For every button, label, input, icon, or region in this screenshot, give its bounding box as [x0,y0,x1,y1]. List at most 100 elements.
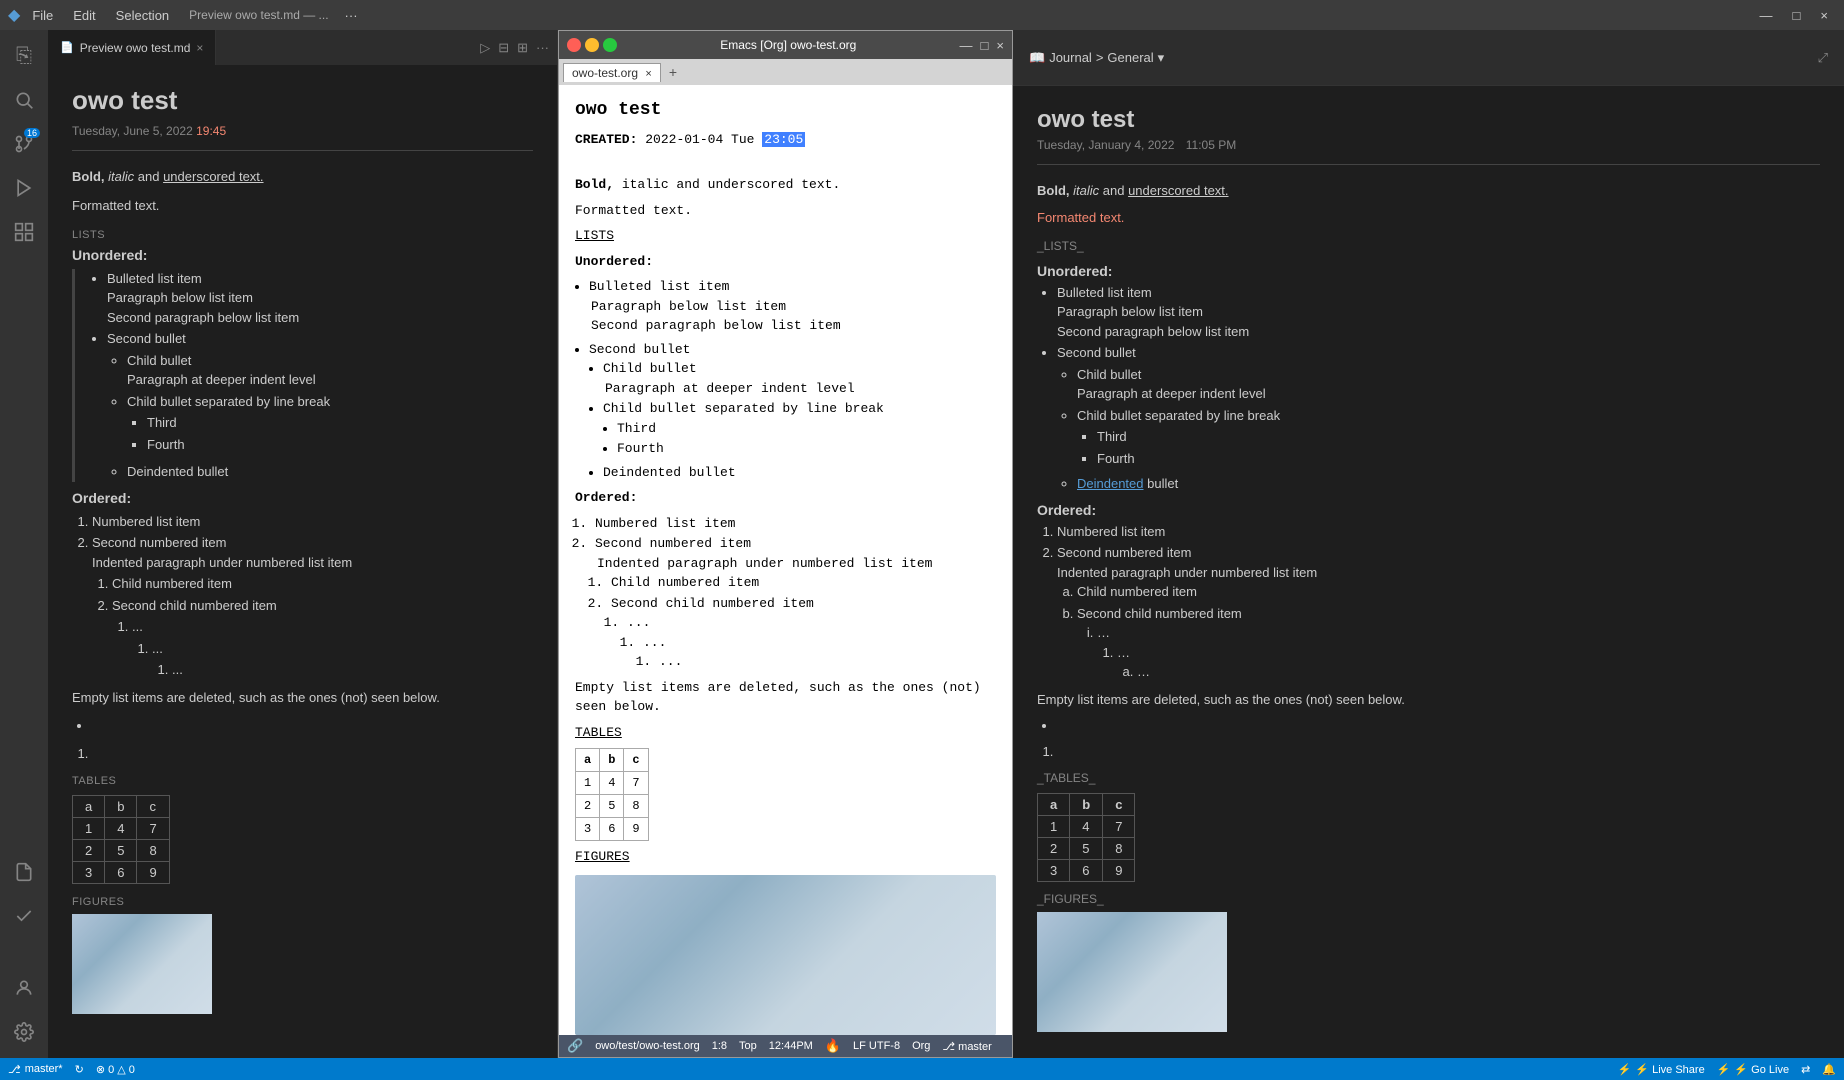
notes-figures-section: _FIGURES_ [1037,892,1820,906]
tab-close[interactable]: × [196,41,203,55]
figures-section-header: FIGURES [72,896,533,908]
list-item: Deindented bullet [1077,474,1820,494]
preview-menu[interactable]: Preview owo test.md — ... [181,6,336,24]
list-item: Second numbered item Indented paragraph … [595,534,996,672]
list-item: Child bullet separated by line break Thi… [1077,406,1820,469]
emacs-window-minimize[interactable]: — [960,38,973,53]
list-item: Second bullet Child bullet Paragraph at … [107,329,533,482]
selection-menu[interactable]: Selection [108,6,177,25]
emacs-close-icon[interactable] [567,38,581,52]
unordered-list: Bulleted list item Paragraph below list … [87,269,533,482]
tab-icon: 📄 [60,41,74,54]
emacs-window-close[interactable]: × [996,38,1004,53]
extensions-icon[interactable] [6,214,42,250]
book-icon: 📖 [1029,50,1045,66]
list-item: ... [172,660,533,680]
emacs-min-icon[interactable] [585,38,599,52]
ordered-heading: Ordered: [72,490,533,506]
edit-menu[interactable]: Edit [65,6,103,25]
todo-icon[interactable] [6,898,42,934]
list-item: Third [147,413,533,433]
emacs-created: CREATED: 2022-01-04 Tue 23:05 [575,130,996,150]
emacs-window-title: Emacs [Org] owo-test.org [623,38,954,52]
chevron-down-icon[interactable]: ▾ [1158,50,1165,66]
list-item: Child numbered item [611,573,996,593]
more-menu[interactable]: ··· [341,6,362,25]
table-row: 258 [1038,838,1135,860]
file-menu[interactable]: File [24,6,61,25]
window-minimize[interactable]: — [1752,6,1781,25]
list-item: Numbered list item [1057,522,1820,542]
emacs-panel: Emacs [Org] owo-test.org — □ × owo-test.… [558,30,1013,1058]
emacs-time-highlight: 23:05 [762,132,805,147]
emacs-figures-image [575,875,996,1035]
go-live-status[interactable]: ⚡ ⚡ Go Live [1717,1063,1789,1076]
list-item: Second child numbered item … … … [1077,604,1820,682]
toolbar-play-icon[interactable]: ▷ [480,40,490,56]
notes-header: 📖 Journal > General ▾ ⤢ [1013,30,1844,86]
list-item: Bulleted list item Paragraph below list … [1057,283,1820,342]
table-row: 147 [73,818,170,840]
list-item: Bulleted list item Paragraph below list … [589,277,996,336]
list-item [92,744,533,764]
list-item: Fourth [1097,449,1820,469]
emacs-tables-label: TABLES [575,723,996,743]
emacs-tab-close[interactable]: × [645,68,651,80]
emacs-max-icon[interactable] [603,38,617,52]
emacs-tab-owo-test[interactable]: owo-test.org × [563,63,661,82]
branch-status[interactable]: ⎇ master* [8,1063,63,1076]
emacs-ordered-label: Ordered: [575,488,996,508]
window-maximize[interactable]: □ [1785,6,1809,25]
notes-figures-image [1037,912,1227,1032]
list-item: Child bullet Paragraph at deeper indent … [127,351,533,390]
list-item [92,716,533,736]
emacs-status-file-icon: 🔗 [567,1038,583,1054]
emacs-table: abc 147 258 369 [575,748,649,841]
warnings-status[interactable]: ⊗ 0 △ 0 [96,1063,135,1076]
list-item: Second bullet Child bullet Paragraph at … [589,340,996,483]
table-row: 147 [576,772,649,795]
tables-section-header: TABLES [72,775,533,787]
search-icon[interactable] [6,82,42,118]
run-icon[interactable] [6,170,42,206]
explorer-icon[interactable]: ⎘ [6,38,42,74]
toolbar-more-icon[interactable]: ··· [536,40,549,55]
list-item: … … [1117,643,1820,682]
toolbar-grid-icon[interactable]: ⊞ [517,40,528,56]
list-item: Fourth [617,439,996,459]
emacs-statusbar: 🔗 owo/test/owo-test.org 1:8 Top 12:44PM … [559,1035,1012,1057]
window-close[interactable]: × [1812,6,1836,25]
settings-icon[interactable] [6,1014,42,1050]
source-control-badge: 16 [24,128,40,138]
source-control-icon[interactable]: 16 [6,126,42,162]
notes-bold-line: Bold, italic and underscored text. [1037,181,1820,202]
list-item: Child numbered item [112,574,533,594]
notes-title: owo test [1037,106,1820,134]
emacs-new-tab[interactable]: + [663,62,683,82]
list-item: Child bullet separated by line break Thi… [127,392,533,455]
bell-icon[interactable]: 🔔 [1822,1063,1836,1076]
list-item: Second numbered item Indented paragraph … [1057,543,1820,682]
notes-formatted: Formatted text. [1037,208,1820,229]
emacs-window-maximize[interactable]: □ [981,38,989,53]
toolbar-split-icon[interactable]: ⊟ [498,40,509,56]
preview-tab[interactable]: 📄 Preview owo test.md × [48,30,216,65]
table-header: c [137,796,169,818]
notes-panel: 📖 Journal > General ▾ ⤢ owo test Tuesday… [1013,30,1844,1058]
table-header: a [73,796,105,818]
expand-icon[interactable]: ⤢ [1818,50,1828,66]
sync-status[interactable]: ↻ [75,1063,84,1076]
formatted-text: Formatted text. [72,196,533,217]
notes-icon[interactable] [6,854,42,890]
emacs-mode: Org [912,1040,930,1052]
journal-label: Journal [1049,50,1092,65]
emacs-titlebar: Emacs [Org] owo-test.org — □ × [559,31,1012,59]
live-share-status[interactable]: ⚡ ⚡ Live Share [1618,1063,1705,1076]
account-icon[interactable] [6,970,42,1006]
notes-date: Tuesday, January 4, 2022 11:05 PM [1037,138,1820,165]
top-menubar: ◆ File Edit Selection Preview owo test.m… [0,0,1844,30]
list-item: … … … [1097,623,1820,682]
tab-label: Preview owo test.md [80,41,191,55]
ports-icon[interactable]: ⇄ [1801,1063,1810,1076]
vscode-preview-panel: 📄 Preview owo test.md × ▷ ⊟ ⊞ ··· owo te… [48,30,558,1058]
